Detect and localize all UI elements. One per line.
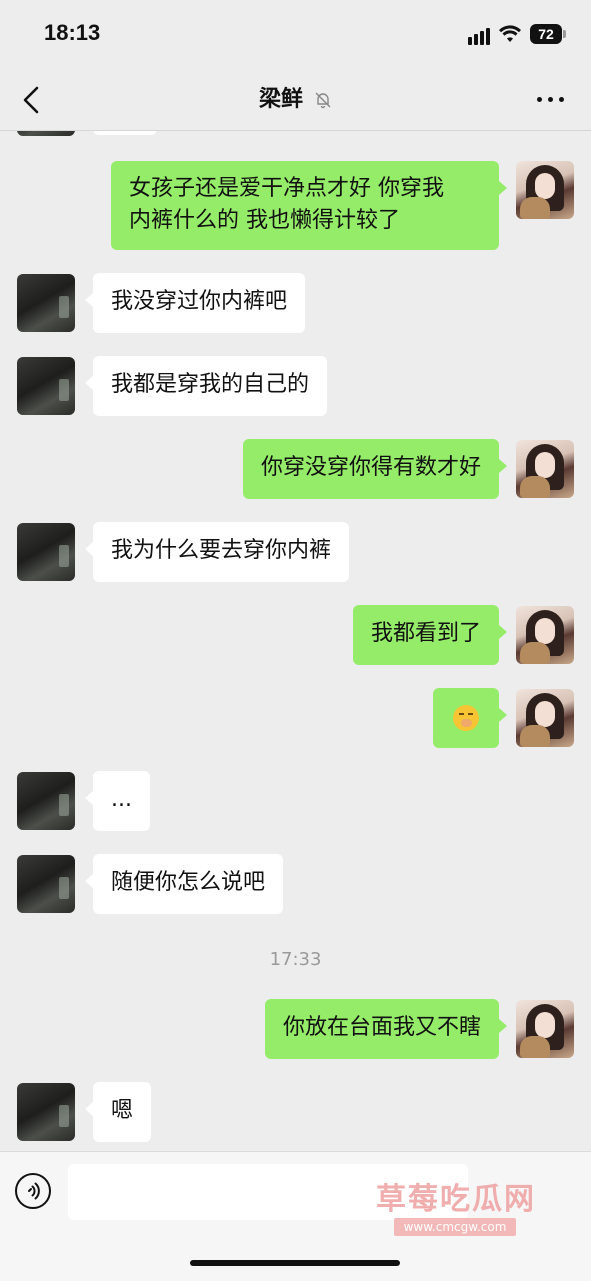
- message-text: 我没穿过你内裤吧: [111, 289, 288, 314]
- contact-avatar[interactable]: [17, 1083, 75, 1141]
- message-bubble[interactable]: 我都看到了: [352, 605, 508, 665]
- message-bubble[interactable]: 你穿没穿你得有数才好: [242, 439, 508, 499]
- message-text: 你放在台面我又不瞎: [282, 1015, 481, 1040]
- message-bubble[interactable]: [433, 688, 507, 748]
- message-bubble-partial: [93, 131, 157, 135]
- message-text: 我为什么要去穿你内裤: [111, 538, 332, 563]
- message-text: 嗯: [111, 1098, 134, 1123]
- contact-avatar[interactable]: [17, 274, 75, 332]
- chat-title: 梁鲜: [258, 87, 303, 112]
- self-avatar[interactable]: [516, 606, 574, 664]
- self-avatar[interactable]: [516, 689, 574, 747]
- contact-avatar[interactable]: [17, 131, 75, 136]
- status-time: 18:13: [44, 20, 101, 45]
- message-text: 我都是穿我的自己的: [111, 372, 310, 397]
- self-avatar[interactable]: [516, 440, 574, 498]
- watermark-url: www.cmcgw.com: [394, 1218, 516, 1236]
- battery-icon: 72: [530, 24, 562, 44]
- message-text: 我都看到了: [370, 621, 481, 646]
- message-text-line-1: 女孩子还是爱干净点才好 你穿我: [129, 176, 444, 201]
- mute-bell-icon: [315, 92, 331, 108]
- message-text: 你穿没穿你得有数才好: [260, 455, 481, 480]
- message-text: ...: [111, 787, 132, 812]
- message-list[interactable]: 女孩子还是爱干净点才好 你穿我 内裤什么的 我也懒得计较了 我没穿过你内裤吧 我…: [0, 131, 591, 1151]
- message-bubble[interactable]: 我都是穿我的自己的: [84, 356, 328, 416]
- more-options-icon[interactable]: [537, 97, 565, 103]
- self-avatar[interactable]: [516, 1000, 574, 1058]
- message-bubble[interactable]: 女孩子还是爱干净点才好 你穿我 内裤什么的 我也懒得计较了: [111, 161, 507, 250]
- message-bubble[interactable]: ...: [85, 771, 150, 831]
- message-text: 随便你怎么说吧: [111, 870, 266, 895]
- input-bar: 草莓吃瓜网 www.cmcgw.com: [0, 1151, 591, 1281]
- chat-header: 梁鲜: [0, 70, 591, 131]
- message-bubble[interactable]: 随便你怎么说吧: [84, 854, 284, 914]
- contact-avatar[interactable]: [17, 357, 75, 415]
- message-bubble[interactable]: 我为什么要去穿你内裤: [84, 522, 350, 582]
- contact-avatar[interactable]: [17, 523, 75, 581]
- voice-input-icon[interactable]: [15, 1173, 51, 1209]
- yawning-face-emoji: [453, 705, 479, 731]
- self-avatar[interactable]: [516, 161, 574, 219]
- chat-title-area: 梁鲜: [0, 70, 591, 130]
- message-timestamp: 17:33: [269, 949, 322, 970]
- message-bubble[interactable]: 我没穿过你内裤吧: [84, 273, 306, 333]
- wifi-icon: [499, 25, 521, 42]
- status-bar: 18:13 72: [0, 0, 591, 70]
- cellular-signal-icon: [468, 27, 490, 45]
- battery-tip: [563, 30, 566, 38]
- home-indicator[interactable]: [190, 1260, 400, 1266]
- contact-avatar[interactable]: [17, 855, 75, 913]
- message-bubble[interactable]: 嗯: [84, 1082, 152, 1142]
- message-text-line-2: 内裤什么的 我也懒得计较了: [129, 208, 400, 233]
- contact-avatar[interactable]: [17, 772, 75, 830]
- message-bubble[interactable]: 你放在台面我又不瞎: [264, 999, 508, 1059]
- watermark-logo: 草莓吃瓜网: [376, 1182, 536, 1217]
